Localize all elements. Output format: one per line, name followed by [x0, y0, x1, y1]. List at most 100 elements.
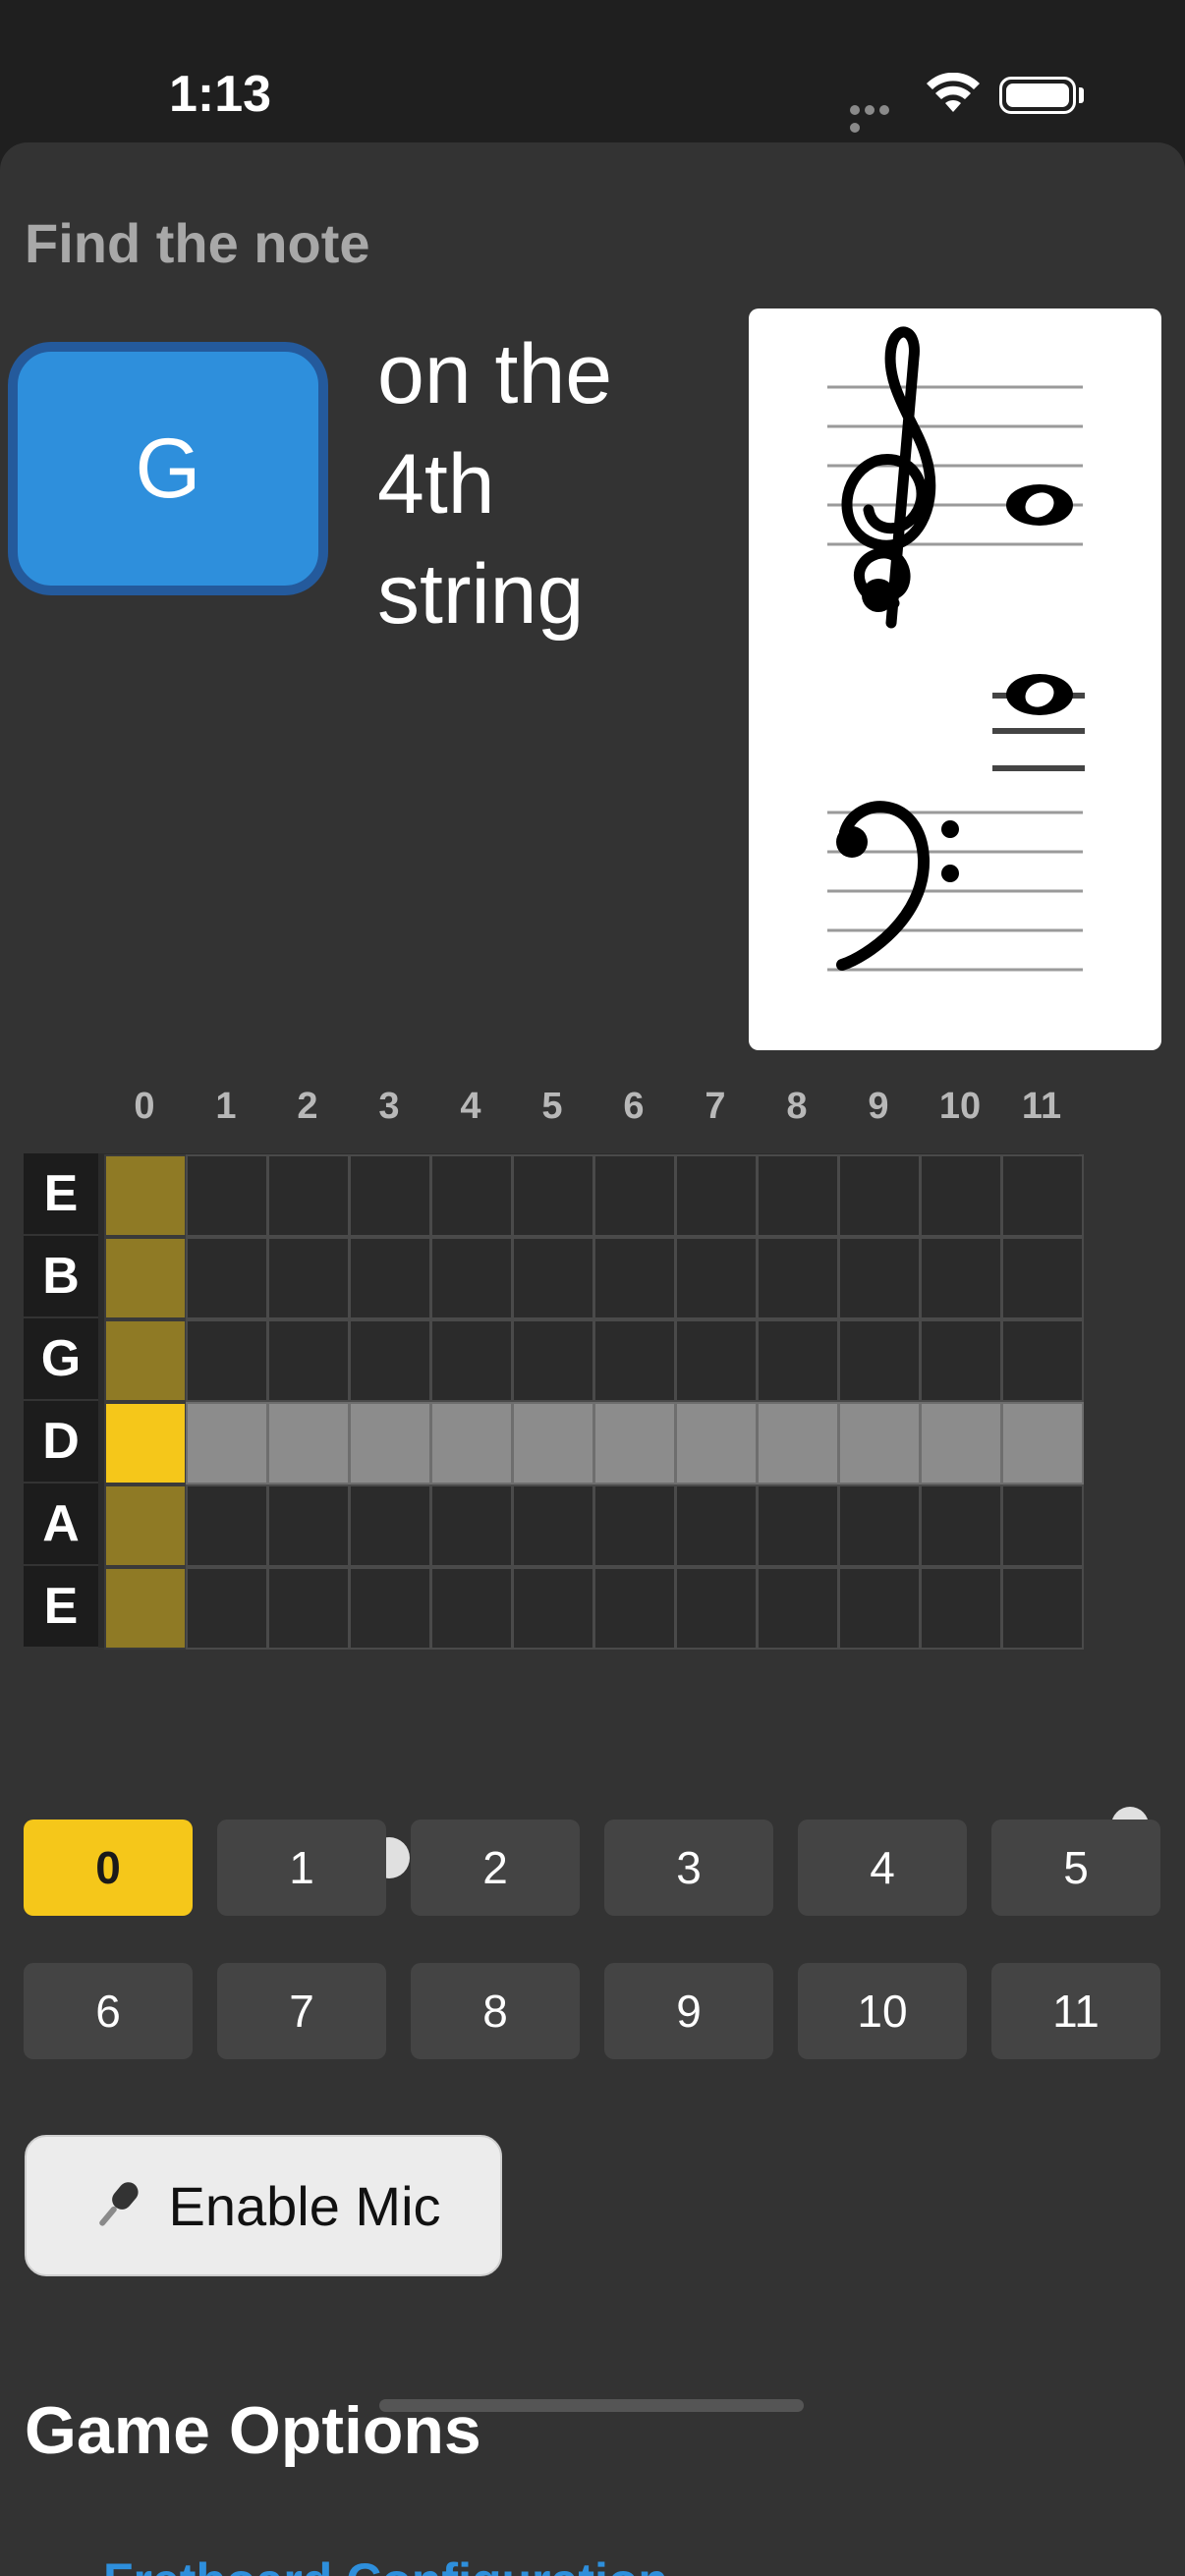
- fretboard-configuration-link[interactable]: Fretboard Configuration: [103, 2552, 668, 2576]
- fret-cell[interactable]: [267, 1154, 350, 1237]
- fret-cell[interactable]: [267, 1484, 350, 1567]
- fret-cell[interactable]: [186, 1567, 268, 1650]
- fret-button-8[interactable]: 8: [411, 1963, 580, 2059]
- fret-cell[interactable]: [675, 1154, 758, 1237]
- fret-cell[interactable]: [593, 1567, 676, 1650]
- fret-cell[interactable]: [512, 1319, 594, 1402]
- fret-cell[interactable]: [593, 1319, 676, 1402]
- fret-cell[interactable]: [920, 1402, 1002, 1484]
- fret-cell[interactable]: [593, 1154, 676, 1237]
- fret-cell[interactable]: [838, 1484, 921, 1567]
- fret-cell[interactable]: [920, 1237, 1002, 1319]
- fret-cell[interactable]: [349, 1402, 431, 1484]
- string-label: E: [24, 1566, 98, 1647]
- fret-cell[interactable]: [675, 1319, 758, 1402]
- fret-cell[interactable]: [838, 1237, 921, 1319]
- fret-cell[interactable]: [675, 1567, 758, 1650]
- fret-cell[interactable]: [267, 1402, 350, 1484]
- fret-button-2[interactable]: 2: [411, 1820, 580, 1916]
- fret-button-7[interactable]: 7: [217, 1963, 386, 2059]
- fret-cell[interactable]: [267, 1237, 350, 1319]
- fret-cell[interactable]: [104, 1319, 187, 1402]
- enable-mic-label: Enable Mic: [168, 2174, 441, 2237]
- target-line: on the: [377, 327, 613, 421]
- prompt-label: Find the note: [25, 212, 370, 274]
- fret-cell[interactable]: [267, 1319, 350, 1402]
- fret-cell[interactable]: [430, 1237, 513, 1319]
- fret-cell[interactable]: [104, 1154, 187, 1237]
- fret-cell[interactable]: [757, 1484, 839, 1567]
- fret-button-3[interactable]: 3: [604, 1820, 773, 1916]
- fret-cell[interactable]: [838, 1402, 921, 1484]
- fret-cell[interactable]: [593, 1484, 676, 1567]
- fret-cell[interactable]: [186, 1484, 268, 1567]
- fret-cell[interactable]: [104, 1567, 187, 1650]
- fret-cell[interactable]: [593, 1237, 676, 1319]
- fret-cell[interactable]: [920, 1154, 1002, 1237]
- fret-cell[interactable]: [349, 1567, 431, 1650]
- cellular-signal-icon: [850, 102, 907, 133]
- fret-button-4[interactable]: 4: [798, 1820, 967, 1916]
- fret-button-1[interactable]: 1: [217, 1820, 386, 1916]
- home-indicator[interactable]: [379, 2399, 804, 2412]
- fret-cell[interactable]: [1001, 1567, 1084, 1650]
- fret-cell[interactable]: [430, 1319, 513, 1402]
- fret-cell[interactable]: [838, 1319, 921, 1402]
- fret-button-10[interactable]: 10: [798, 1963, 967, 2059]
- fret-cell[interactable]: [920, 1567, 1002, 1650]
- fret-button-0[interactable]: 0: [24, 1820, 193, 1916]
- fret-cell[interactable]: [512, 1484, 594, 1567]
- fret-cell[interactable]: [920, 1319, 1002, 1402]
- fret-cell[interactable]: [512, 1237, 594, 1319]
- fret-cell[interactable]: [104, 1237, 187, 1319]
- fret-cell[interactable]: [1001, 1319, 1084, 1402]
- fret-cell[interactable]: [349, 1237, 431, 1319]
- fret-cell[interactable]: [675, 1237, 758, 1319]
- fret-number: 1: [215, 1086, 237, 1127]
- fret-cell[interactable]: [1001, 1237, 1084, 1319]
- battery-tip: [1079, 87, 1084, 103]
- fret-cell[interactable]: [838, 1154, 921, 1237]
- fret-cell[interactable]: [430, 1484, 513, 1567]
- fret-cell[interactable]: [757, 1319, 839, 1402]
- fret-cell[interactable]: [675, 1402, 758, 1484]
- target-note-button[interactable]: G: [8, 342, 328, 595]
- fret-cell[interactable]: [512, 1154, 594, 1237]
- target-line: string: [377, 547, 585, 642]
- fret-cell[interactable]: [593, 1402, 676, 1484]
- fret-number: 3: [378, 1086, 400, 1127]
- fret-cell[interactable]: [430, 1567, 513, 1650]
- fret-cell[interactable]: [920, 1484, 1002, 1567]
- fret-cell[interactable]: [430, 1154, 513, 1237]
- fret-cell[interactable]: [186, 1319, 268, 1402]
- fret-cell[interactable]: [186, 1402, 268, 1484]
- fret-button-9[interactable]: 9: [604, 1963, 773, 2059]
- status-bar: 1:13: [0, 0, 1185, 142]
- fret-cell[interactable]: [1001, 1484, 1084, 1567]
- fret-cell[interactable]: [838, 1567, 921, 1650]
- fret-cell-selected[interactable]: [104, 1402, 187, 1484]
- treble-clef-icon: [841, 326, 936, 629]
- fret-cell[interactable]: [104, 1484, 187, 1567]
- fret-button-5[interactable]: 5: [991, 1820, 1160, 1916]
- fret-cell[interactable]: [186, 1237, 268, 1319]
- fret-cell[interactable]: [512, 1567, 594, 1650]
- fret-cell[interactable]: [757, 1237, 839, 1319]
- fret-cell[interactable]: [1001, 1402, 1084, 1484]
- fret-cell[interactable]: [1001, 1154, 1084, 1237]
- fret-number: 0: [134, 1086, 155, 1127]
- fret-cell[interactable]: [186, 1154, 268, 1237]
- fret-cell[interactable]: [349, 1319, 431, 1402]
- fret-button-6[interactable]: 6: [24, 1963, 193, 2059]
- fret-cell[interactable]: [757, 1567, 839, 1650]
- fret-cell[interactable]: [512, 1402, 594, 1484]
- fret-cell[interactable]: [267, 1567, 350, 1650]
- fret-cell[interactable]: [757, 1402, 839, 1484]
- fret-cell[interactable]: [675, 1484, 758, 1567]
- fret-button-11[interactable]: 11: [991, 1963, 1160, 2059]
- fret-cell[interactable]: [430, 1402, 513, 1484]
- enable-mic-button[interactable]: Enable Mic: [25, 2135, 502, 2276]
- fret-cell[interactable]: [349, 1484, 431, 1567]
- fret-cell[interactable]: [757, 1154, 839, 1237]
- fret-cell[interactable]: [349, 1154, 431, 1237]
